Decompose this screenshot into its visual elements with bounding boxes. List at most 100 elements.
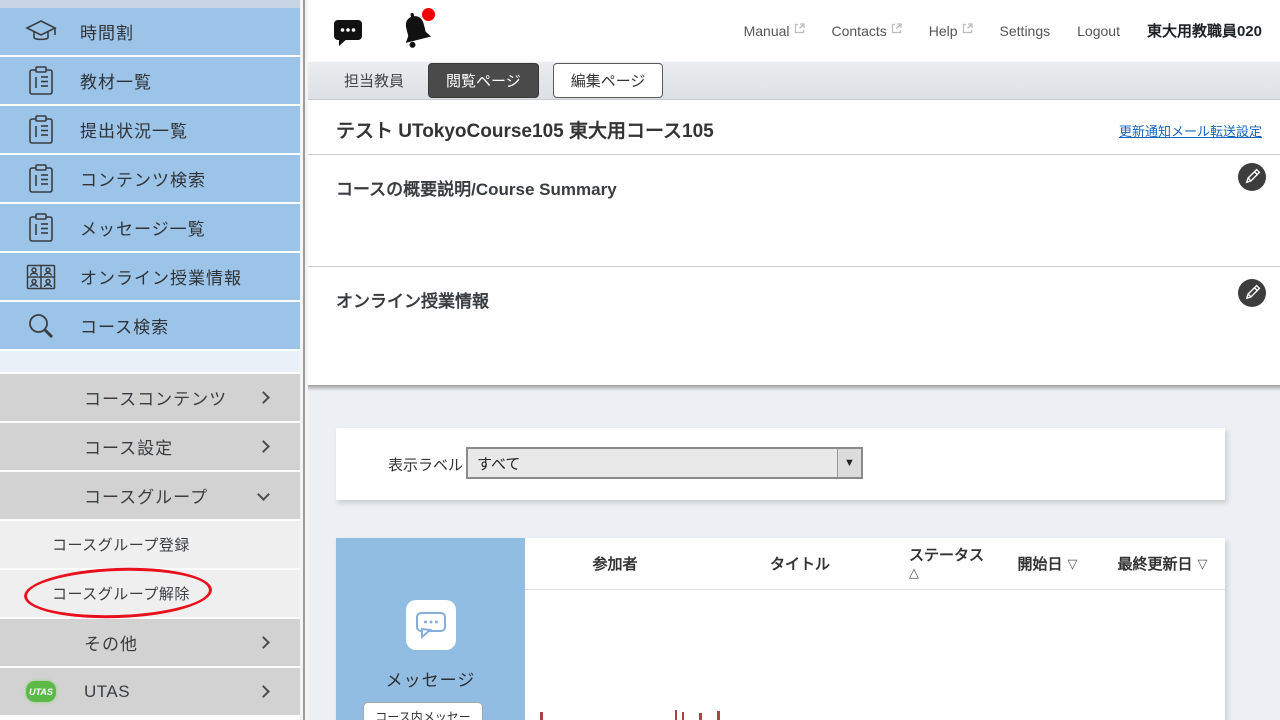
edit-pencil-icon[interactable] [1238, 279, 1266, 307]
notification-bell-icon[interactable] [396, 8, 436, 52]
section-title: コースの概要説明/Course Summary [336, 175, 617, 200]
sidebar-item-label: 教材一覧 [80, 68, 152, 93]
logout-link[interactable]: Logout [1077, 23, 1120, 39]
sidebar: 時間割 教材一覧 提出状況一覧 コンテンツ検索 [0, 0, 300, 720]
clipboard-icon [24, 213, 58, 243]
tab-view-page[interactable]: 閲覧ページ [428, 63, 539, 98]
column-header-last-updated[interactable]: 最終更新日 ▽ [1100, 538, 1225, 589]
sidebar-item-message-list[interactable]: メッセージ一覧 [0, 204, 300, 251]
chevron-down-icon [257, 488, 270, 501]
sidebar-item-label: 時間割 [80, 19, 134, 44]
sort-desc-icon: ▽ [1198, 556, 1208, 572]
course-summary-section: コースの概要説明/Course Summary [308, 155, 1280, 267]
sidebar-group-others[interactable]: その他 [0, 619, 300, 666]
sidebar-group-label: その他 [84, 630, 138, 655]
external-link-icon [891, 23, 902, 34]
column-header-title[interactable]: タイトル [705, 538, 895, 589]
utas-logo: UTAS [26, 681, 56, 702]
sidebar-item-course-group-register[interactable]: コースグループ登録 [0, 521, 300, 568]
column-header-participants[interactable]: 参加者 [525, 538, 705, 589]
sidebar-group-label: コースグループ [84, 483, 208, 508]
role-label: 担当教員 [344, 70, 404, 91]
column-label: 開始日 [1017, 553, 1062, 574]
label-filter-panel: 表示ラベル すべて ▼ [336, 428, 1225, 500]
sidebar-item-content-search[interactable]: コンテンツ検索 [0, 155, 300, 202]
message-tooltip: コース内メッセー [363, 702, 483, 720]
clipped-red-text [699, 713, 702, 720]
sidebar-subitem-label: コースグループ登録 [52, 534, 190, 555]
message-category-cell: メッセージ コース内メッセー [336, 538, 525, 720]
tab-edit-page[interactable]: 編集ページ [553, 63, 664, 98]
sidebar-group-utas[interactable]: UTAS UTAS [0, 668, 300, 715]
column-label: ステータス [909, 547, 984, 564]
clipped-red-text [717, 711, 720, 720]
content-bottom-shadow [308, 385, 1280, 391]
manual-link[interactable]: Manual [744, 23, 805, 39]
people-grid-icon [24, 264, 58, 290]
chevron-right-icon [257, 685, 270, 698]
sidebar-item-label: メッセージ一覧 [80, 215, 206, 240]
message-table-panel: メッセージ コース内メッセー 参加者 タイトル ステータス △ 開始日 ▽ 最終… [336, 538, 1225, 720]
sort-asc-icon: △ [909, 564, 919, 581]
clipboard-icon [24, 66, 58, 96]
link-label: Contacts [832, 23, 887, 39]
external-link-icon [794, 23, 805, 34]
link-label: Help [929, 23, 958, 39]
settings-link[interactable]: Settings [1000, 23, 1051, 39]
sort-desc-icon: ▽ [1068, 556, 1078, 572]
sidebar-group-course-group[interactable]: コースグループ [0, 472, 300, 519]
sidebar-group-label: コースコンテンツ [84, 385, 227, 410]
course-content-area: テスト UTokyoCourse105 東大用コース105 更新通知メール転送設… [308, 100, 1280, 385]
chevron-right-icon [257, 636, 270, 649]
update-mail-forward-settings-link[interactable]: 更新通知メール転送設定 [1119, 121, 1262, 140]
column-label: 最終更新日 [1117, 553, 1192, 574]
clipboard-icon [24, 115, 58, 145]
sidebar-item-label: オンライン授業情報 [80, 264, 242, 289]
page-title: テスト UTokyoCourse105 東大用コース105 [336, 116, 714, 143]
clipboard-icon [24, 164, 58, 194]
topbar-links: Manual Contacts Help Settings Logout 東大用… [744, 0, 1262, 61]
sidebar-group-label: コース設定 [84, 434, 173, 459]
edit-pencil-icon[interactable] [1238, 163, 1266, 191]
clipped-red-text [540, 712, 543, 720]
sidebar-group-course-contents[interactable]: コースコンテンツ [0, 374, 300, 421]
sidebar-item-timetable[interactable]: 時間割 [0, 8, 300, 55]
chevron-right-icon [257, 440, 270, 453]
sidebar-item-course-group-release[interactable]: コースグループ解除 [0, 570, 300, 617]
sidebar-separator-band [0, 351, 300, 372]
chevron-right-icon [257, 391, 270, 404]
graduation-cap-icon [24, 19, 58, 45]
sidebar-group-course-settings[interactable]: コース設定 [0, 423, 300, 470]
sidebar-item-label: コンテンツ検索 [80, 166, 206, 191]
topbar: Manual Contacts Help Settings Logout 東大用… [308, 0, 1280, 61]
sidebar-subitem-label: コースグループ解除 [52, 583, 190, 604]
online-class-info-section: オンライン授業情報 [308, 267, 1280, 379]
course-title-row: テスト UTokyoCourse105 東大用コース105 更新通知メール転送設… [308, 100, 1280, 155]
dropdown-selected-value: すべて [477, 453, 837, 474]
label-filter-dropdown[interactable]: すべて ▼ [466, 447, 863, 479]
sidebar-item-course-search[interactable]: コース検索 [0, 302, 300, 349]
sidebar-border-line [303, 0, 305, 720]
column-label: 参加者 [592, 553, 637, 574]
sidebar-item-online-class-info[interactable]: オンライン授業情報 [0, 253, 300, 300]
column-header-start-date[interactable]: 開始日 ▽ [995, 538, 1100, 589]
link-label: Manual [744, 23, 790, 39]
message-bubble-icon [406, 600, 456, 650]
link-label: Logout [1077, 23, 1120, 39]
column-header-status[interactable]: ステータス △ [895, 538, 995, 589]
sidebar-group-label: UTAS [84, 682, 130, 702]
tabbar: 担当教員 閲覧ページ 編集ページ [308, 61, 1280, 100]
link-label: Settings [1000, 23, 1051, 39]
sidebar-item-submission-status[interactable]: 提出状況一覧 [0, 106, 300, 153]
search-icon [24, 312, 58, 340]
help-link[interactable]: Help [929, 23, 973, 39]
contacts-link[interactable]: Contacts [832, 23, 902, 39]
notification-dot [422, 8, 435, 21]
display-label-text: 表示ラベル [388, 454, 463, 475]
section-title: オンライン授業情報 [336, 287, 489, 312]
message-bubble-icon[interactable] [333, 17, 365, 47]
message-panel-title: メッセージ [336, 666, 525, 691]
clipped-red-text [682, 712, 684, 720]
sidebar-item-materials[interactable]: 教材一覧 [0, 57, 300, 104]
column-label: タイトル [770, 553, 830, 574]
